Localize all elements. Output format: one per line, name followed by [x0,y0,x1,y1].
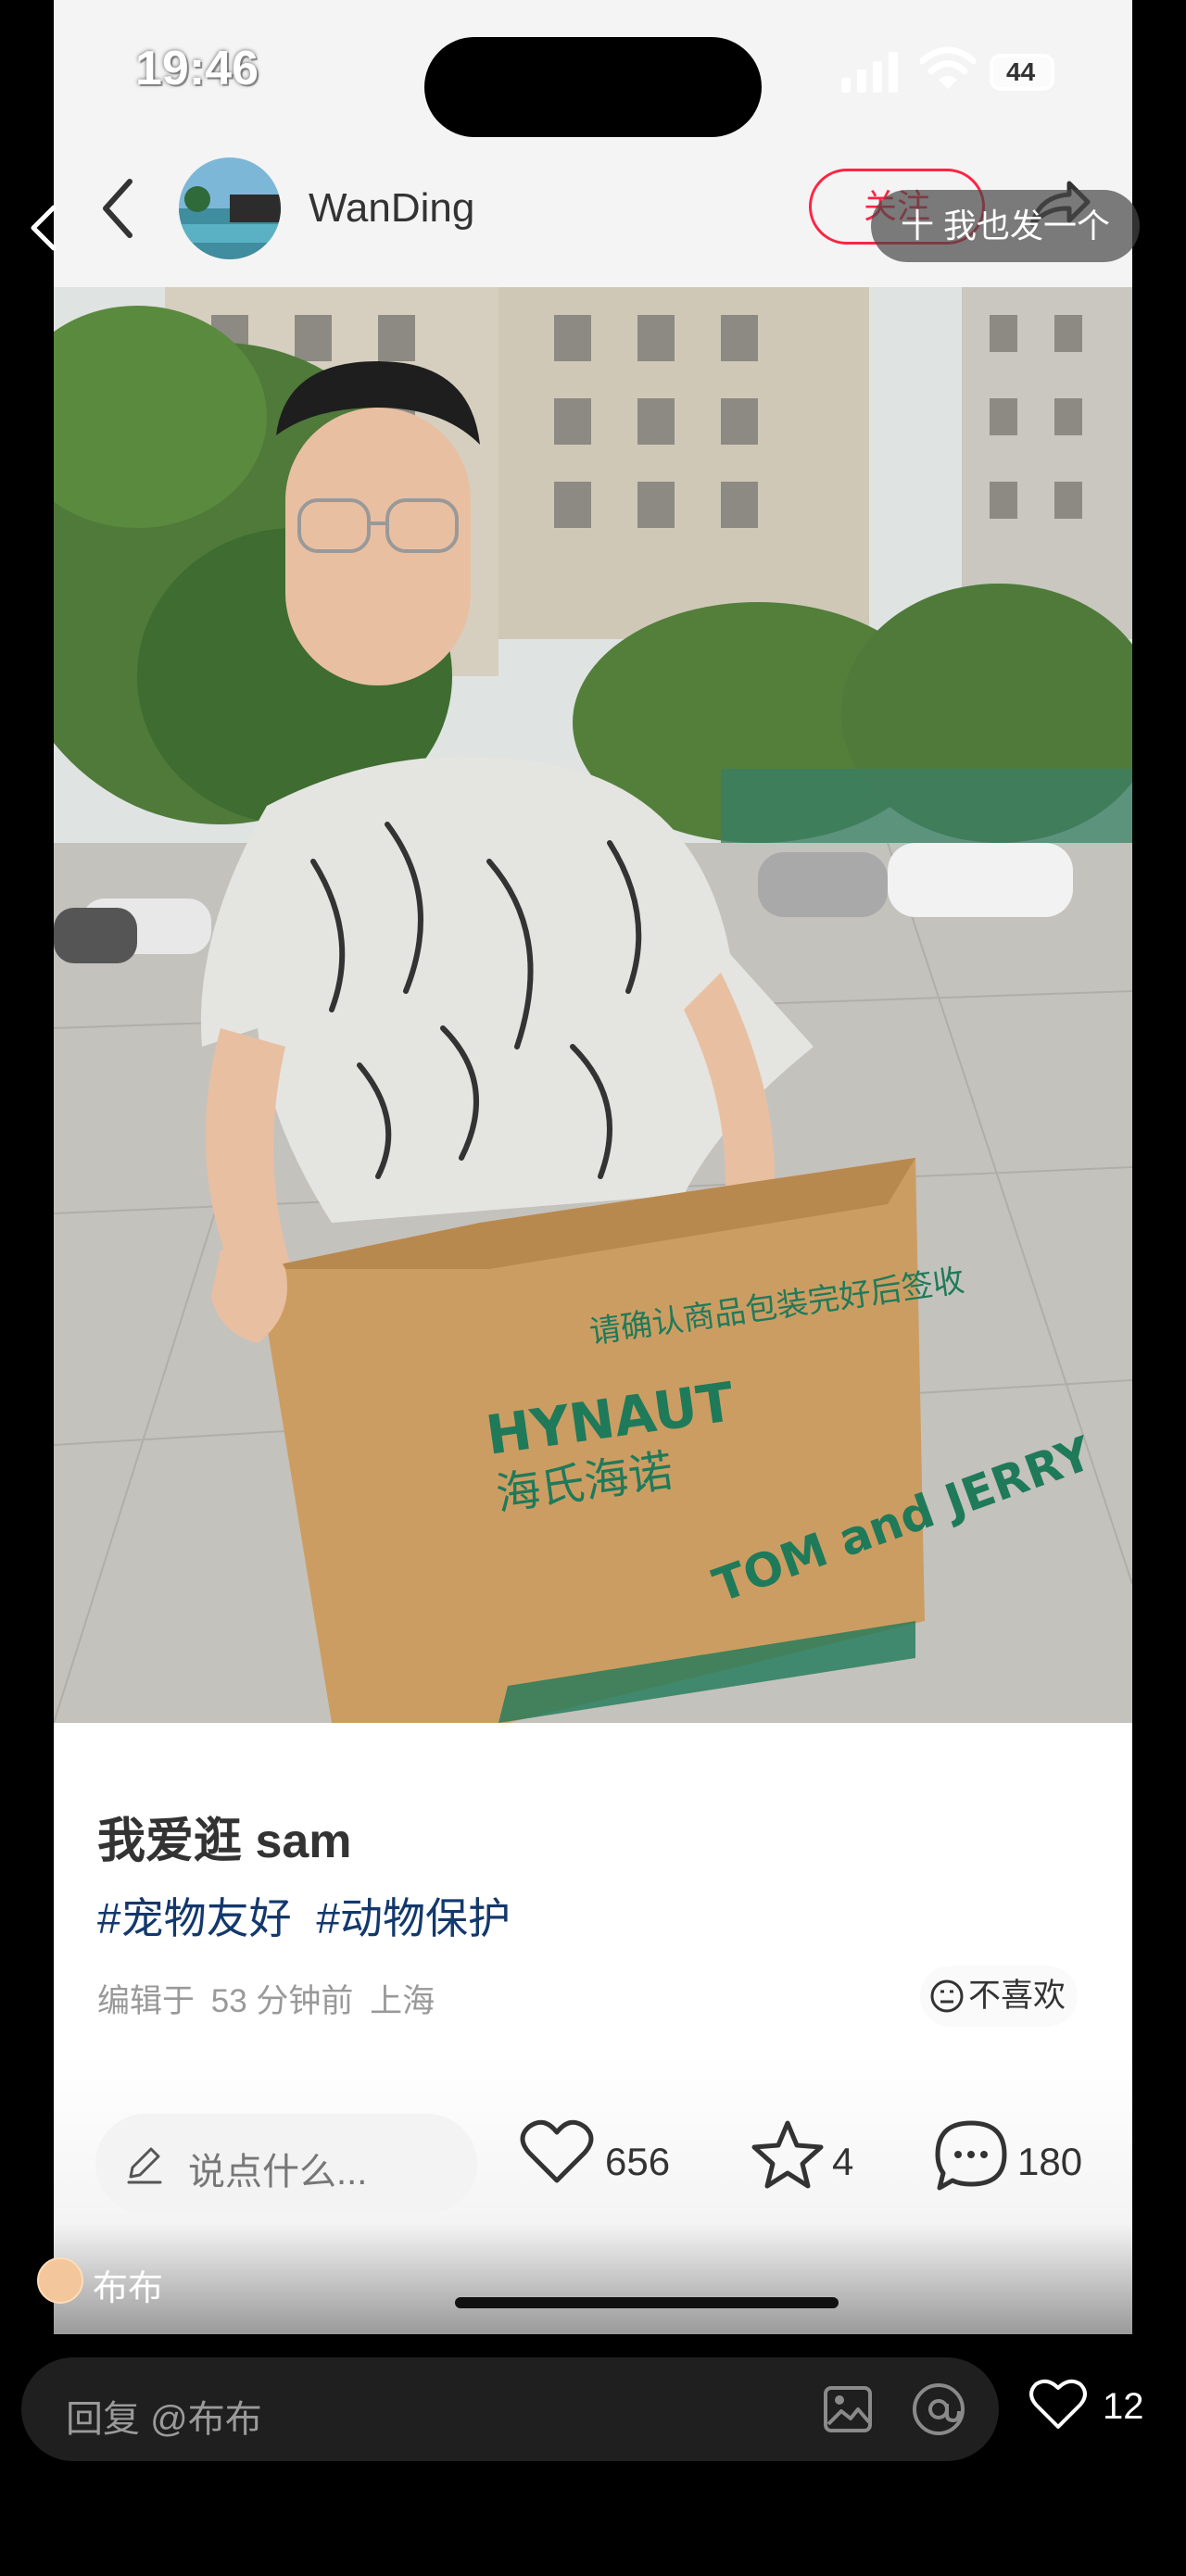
comment-placeholder: 说点什么... [188,2152,368,2193]
star-icon [751,2120,824,2189]
dislike-label: 不喜欢 [968,1978,1066,2014]
comment-count: 180 [1017,2140,1083,2183]
post-same-button[interactable]: 十 我也发一个 [871,190,1140,262]
commenter-avatar[interactable] [37,2257,83,2304]
mention-icon[interactable] [911,2381,966,2437]
reply-input[interactable]: 回复 @布布 [21,2357,999,2461]
image-icon[interactable] [823,2385,873,2433]
tag-animal-protection[interactable]: #动物保护 [316,1894,511,1942]
comment-bubble-icon [935,2120,1007,2191]
like-count: 656 [605,2140,671,2183]
author-name[interactable]: WanDing [309,185,474,232]
favorite-count: 4 [832,2140,854,2183]
status-time: 19:46 [135,42,259,95]
back-arrow-icon[interactable] [98,176,135,241]
battery-level: 44 [1006,57,1036,86]
edited-label: 编辑于 [97,1983,196,2019]
dynamic-island [424,37,762,137]
post-screenshot: 19:46 44 WanDing 请确认商品包装完好后签收 HYNAUT 海氏海… [54,0,1132,2334]
action-bar: 说点什么... 656 4 180 [54,2056,1132,2334]
wifi-icon [920,46,976,89]
commenter-name[interactable]: 布布 [93,2259,163,2310]
frown-icon [930,1979,964,2013]
author-avatar[interactable] [179,157,281,259]
home-indicator [455,2297,839,2308]
post-photo[interactable]: 请确认商品包装完好后签收 HYNAUT 海氏海诺 TOM and JERRY [54,287,1132,1723]
pencil-icon [127,2147,162,2184]
post-title: 我爱逛 sam [97,1815,352,1868]
left-chevron-icon[interactable] [26,202,59,254]
signal-icon [841,52,898,93]
heart-icon [1029,2379,1087,2429]
edited-age: 53 分钟前 [210,1983,354,2019]
reply-placeholder: 回复 @布布 [66,2399,262,2440]
heart-icon [520,2119,594,2183]
comment-input[interactable]: 说点什么... [95,2114,477,2214]
tag-pet-friendly[interactable]: #宠物友好 [97,1894,292,1942]
post-location: 上海 [370,1983,435,2019]
reply-like-count: 12 [1103,2386,1144,2427]
post-tags: #宠物友好 #动物保护 [97,1885,524,1946]
reply-like-button[interactable]: 12 [1028,2379,1144,2437]
post-meta: 编辑于 53 分钟前 上海 [97,1975,442,2022]
battery-icon: 44 [990,54,1054,91]
dislike-button[interactable]: 不喜欢 [920,1966,1078,2027]
status-bar: 19:46 44 [54,0,1132,148]
